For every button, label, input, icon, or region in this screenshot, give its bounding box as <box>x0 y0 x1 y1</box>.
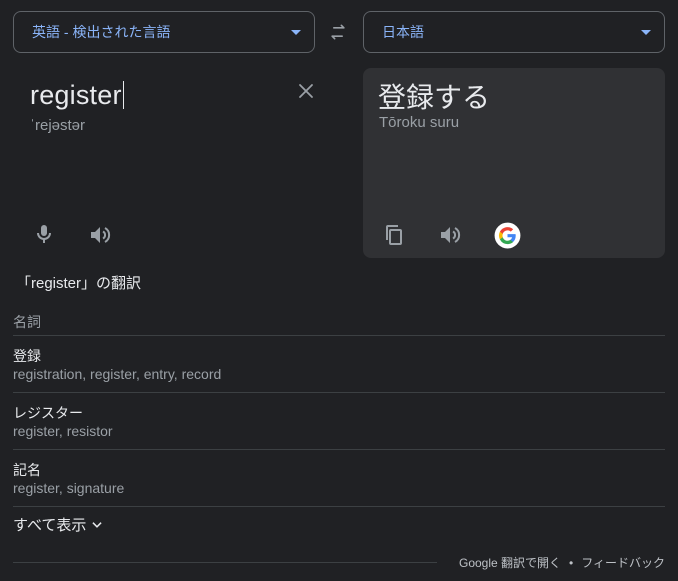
source-text: register <box>30 80 122 110</box>
close-icon[interactable] <box>297 82 315 100</box>
microphone-icon[interactable] <box>32 222 56 246</box>
divider <box>13 506 665 507</box>
open-in-google-translate-link[interactable]: Google 翻訳で開く <box>459 554 561 571</box>
feedback-link[interactable]: フィードバック <box>581 554 665 571</box>
source-text-input[interactable]: register <box>30 80 125 111</box>
source-language-label: 英語 - 検出された言語 <box>32 24 171 40</box>
target-language-label: 日本語 <box>382 24 424 40</box>
part-of-speech: 名詞 <box>13 314 41 330</box>
footer-divider <box>13 562 437 563</box>
source-phonetic: ˈrejəstər <box>30 117 86 134</box>
show-all-button[interactable]: すべて表示 <box>13 514 104 535</box>
text-cursor <box>122 81 125 109</box>
target-language-select[interactable]: 日本語 <box>363 11 665 53</box>
speaker-icon[interactable] <box>438 223 462 247</box>
dropdown-caret-icon <box>641 30 651 35</box>
google-g-logo[interactable] <box>494 222 521 249</box>
entry-synonyms: registration, register, entry, record <box>13 366 222 382</box>
entry-word[interactable]: 登録 <box>13 346 41 366</box>
copy-icon[interactable] <box>382 223 406 247</box>
footer-separator: • <box>569 555 574 570</box>
translation-panel: 登録する Tōroku suru <box>363 68 665 258</box>
entry-word[interactable]: 記名 <box>13 460 41 480</box>
footer: Google 翻訳で開く • フィードバック <box>459 554 665 571</box>
chevron-down-icon <box>92 521 102 528</box>
divider <box>13 449 665 450</box>
show-all-label: すべて表示 <box>13 517 87 534</box>
swap-icon[interactable] <box>327 22 349 42</box>
source-language-select[interactable]: 英語 - 検出された言語 <box>13 11 315 53</box>
translated-romanization: Tōroku suru <box>379 114 460 131</box>
dropdown-caret-icon <box>291 30 301 35</box>
speaker-icon[interactable] <box>88 223 112 247</box>
divider <box>13 335 665 336</box>
divider <box>13 392 665 393</box>
entry-synonyms: register, resistor <box>13 423 113 439</box>
dictionary-title: 「register」の翻訳 <box>16 275 142 292</box>
translated-text: 登録する <box>378 82 491 113</box>
entry-synonyms: register, signature <box>13 480 125 496</box>
entry-word[interactable]: レジスター <box>13 403 83 423</box>
